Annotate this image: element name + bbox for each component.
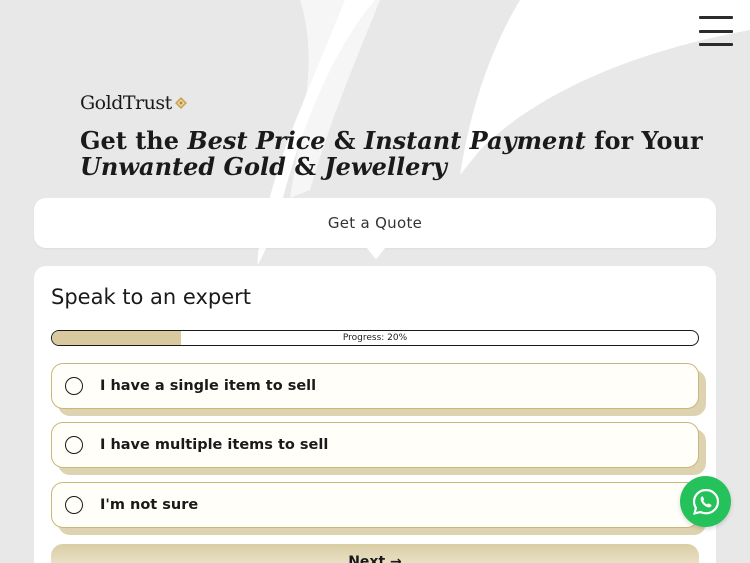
menu-bar: [699, 16, 733, 19]
whatsapp-icon: [692, 488, 719, 515]
whatsapp-button[interactable]: [680, 476, 731, 527]
quote-form-card: Speak to an expert Progress: 20% I have …: [34, 266, 716, 563]
next-button[interactable]: Next →: [51, 544, 699, 563]
radio-button[interactable]: [65, 496, 83, 514]
hero-headline: Get the Best Price & Instant Payment for…: [80, 128, 720, 180]
headline-emphasis: Unwanted Gold: [80, 152, 286, 181]
quote-tab-pointer: [366, 247, 386, 259]
logo-text: GoldTrust: [80, 92, 172, 114]
headline-text: &: [285, 152, 325, 181]
option-single-item[interactable]: I have a single item to sell: [51, 363, 706, 416]
radio-button[interactable]: [65, 436, 83, 454]
option-label: I'm not sure: [100, 497, 199, 513]
option-card[interactable]: I'm not sure: [51, 482, 699, 528]
headline-emphasis: Jewellery: [324, 152, 447, 181]
option-card[interactable]: I have a single item to sell: [51, 363, 699, 409]
menu-bar: [699, 29, 733, 33]
quote-tab-label: Get a Quote: [327, 214, 423, 232]
option-label: I have a single item to sell: [100, 378, 317, 394]
menu-bar: [699, 43, 733, 46]
logo[interactable]: GoldTrust: [80, 92, 188, 114]
option-label: I have multiple items to sell: [100, 437, 329, 453]
headline-text: for Your: [585, 126, 703, 155]
progress-bar: Progress: 20%: [51, 330, 699, 346]
option-card[interactable]: I have multiple items to sell: [51, 422, 699, 468]
get-a-quote-tab[interactable]: Get a Quote: [34, 198, 716, 248]
hamburger-menu-icon[interactable]: [699, 16, 733, 46]
form-title: Speak to an expert: [51, 285, 251, 309]
headline-text: Get the: [80, 126, 188, 155]
option-not-sure[interactable]: I'm not sure: [51, 482, 706, 535]
next-button-label: Next →: [348, 554, 402, 563]
radio-button[interactable]: [65, 377, 83, 395]
headline-emphasis: Best Price: [187, 126, 326, 155]
logo-diamond-icon: [174, 97, 187, 109]
option-multiple-items[interactable]: I have multiple items to sell: [51, 422, 706, 475]
headline-emphasis: Instant Payment: [363, 126, 586, 155]
progress-label: Progress: 20%: [342, 333, 408, 343]
headline-text: &: [325, 126, 364, 155]
